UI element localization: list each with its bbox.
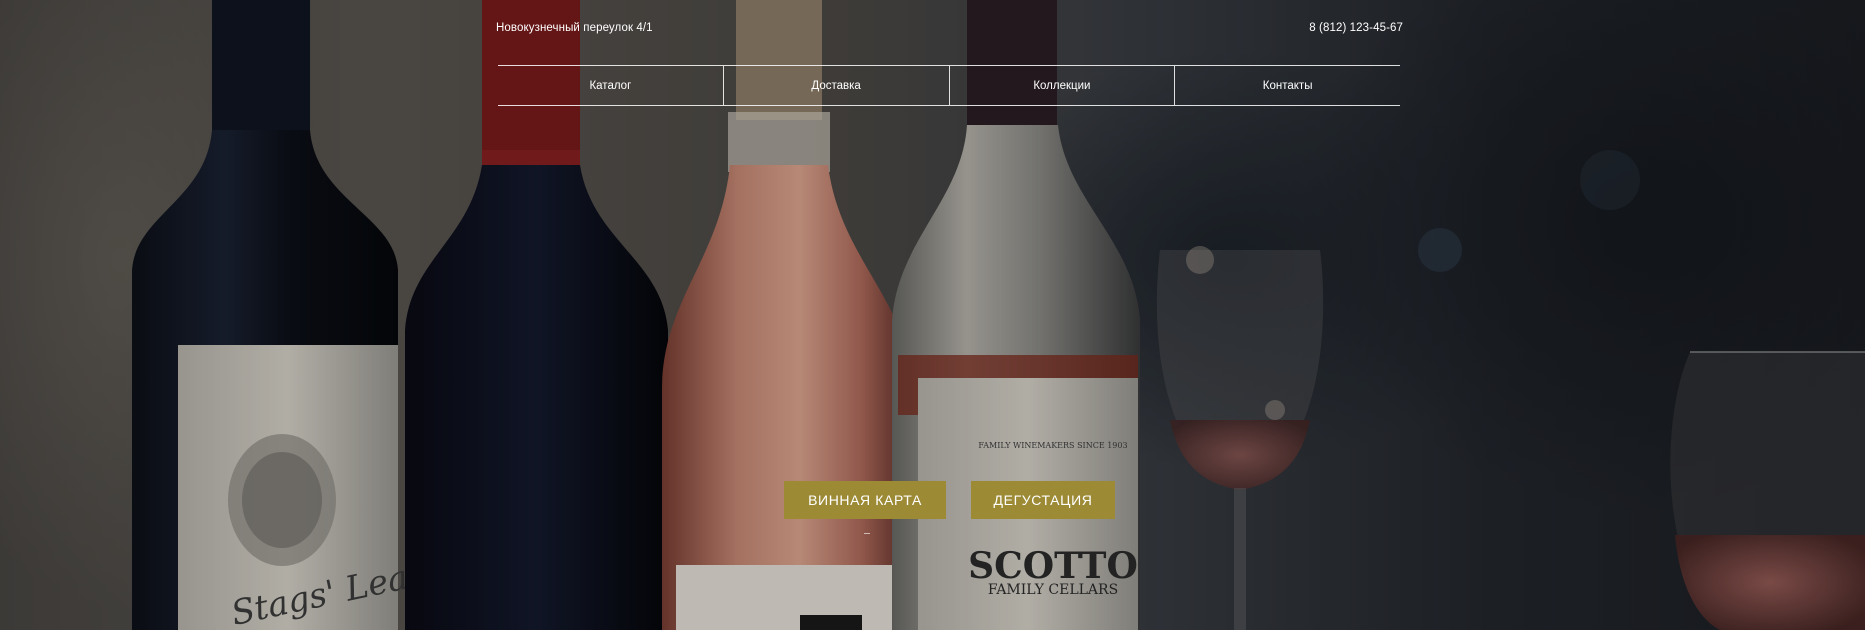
- tasting-button[interactable]: ДЕГУСТАЦИЯ: [971, 481, 1115, 519]
- nav-item-delivery[interactable]: Доставка: [722, 66, 949, 105]
- wine-list-button[interactable]: ВИННАЯ КАРТА: [784, 481, 946, 519]
- nav-item-collections[interactable]: Коллекции: [948, 66, 1175, 105]
- main-navigation: Каталог Доставка Коллекции Контакты: [498, 65, 1400, 106]
- phone-link[interactable]: 8 (812) 123-45-67: [1309, 22, 1403, 34]
- nav-item-contacts[interactable]: Контакты: [1174, 66, 1400, 105]
- hero-section: Stags' Leap FAMILY WINEMAKERS SINCE 1903…: [0, 0, 1865, 630]
- nav-item-catalog[interactable]: Каталог: [498, 66, 723, 105]
- top-info-bar: Новокузнечный переулок 4/1 8 (812) 123-4…: [496, 22, 1403, 34]
- address-text: Новокузнечный переулок 4/1: [496, 22, 653, 34]
- slider-indicator[interactable]: [864, 533, 870, 534]
